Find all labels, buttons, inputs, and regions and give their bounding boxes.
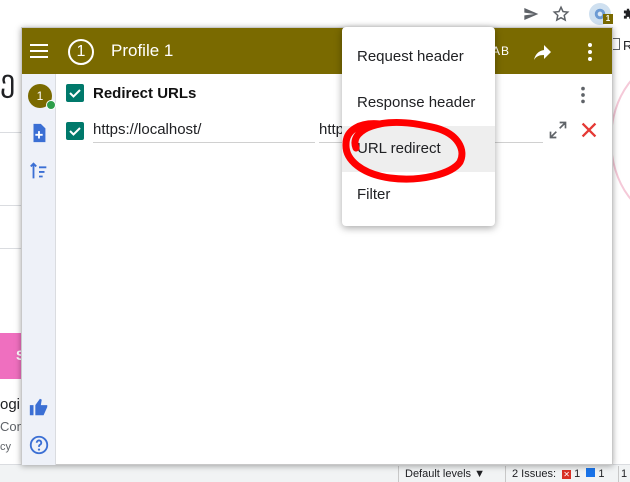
group-enabled-checkbox[interactable] (66, 84, 84, 102)
add-profile-icon[interactable] (28, 122, 50, 144)
warn-count: 1 (621, 468, 628, 480)
menu-item-response-header[interactable]: Response header (342, 80, 495, 126)
popup-header: 1 Profile 1 AB (22, 28, 612, 74)
active-check-icon (46, 100, 56, 110)
send-icon[interactable] (521, 4, 541, 24)
expand-icon[interactable] (548, 120, 568, 140)
add-rule-menu: Request header Response header URL redir… (342, 27, 495, 226)
browser-toolbar: 1 (0, 0, 630, 28)
redirect-from-input[interactable]: https://localhost/ (93, 121, 315, 143)
default-levels-dropdown[interactable]: Default levels ▼ (398, 466, 498, 482)
info-icon (586, 468, 596, 477)
bg-divider (0, 248, 22, 249)
share-icon[interactable] (530, 40, 554, 64)
screenshot-root: 1 ე S ogin Com cy R Default levels ▼ 2 I… (0, 0, 630, 482)
bg-right-text: R (623, 38, 630, 53)
bg-divider (0, 205, 22, 206)
extension-popup: 1 Profile 1 AB 1 Redirect URLs https://l… (21, 27, 613, 465)
bg-decorative-circle (610, 60, 630, 220)
star-icon[interactable] (551, 4, 571, 24)
issues-label: 2 Issues: (512, 468, 557, 480)
profile-sidebar: 1 (22, 74, 56, 465)
error-count: 1 (574, 468, 581, 480)
bg-divider (0, 132, 22, 133)
puzzle-icon[interactable] (618, 4, 630, 24)
error-icon: ✕ (562, 470, 572, 479)
more-vert-icon[interactable] (578, 40, 602, 64)
issues-counter[interactable]: 2 Issues: ✕ 1 1 (505, 466, 617, 482)
bg-cy-text: cy (0, 441, 11, 453)
devtools-status-bar: Default levels ▼ 2 Issues: ✕ 1 1 1 (0, 464, 630, 482)
profile-number-badge: 1 (68, 39, 94, 65)
profile-title[interactable]: Profile 1 (111, 41, 173, 61)
menu-icon[interactable] (22, 28, 56, 74)
menu-item-filter[interactable]: Filter (342, 172, 495, 218)
thumbs-up-icon[interactable] (28, 396, 50, 418)
bg-checkbox-sliver (613, 38, 620, 50)
help-icon[interactable] (28, 434, 50, 456)
bg-pink-button: S (0, 333, 25, 379)
info-count: 1 (598, 468, 605, 480)
group-more-vert-icon[interactable] (572, 84, 594, 106)
extension-badge: 1 (603, 14, 613, 24)
warn-counter[interactable]: 1 (618, 466, 630, 482)
rule-enabled-checkbox[interactable] (66, 122, 84, 140)
sort-icon[interactable] (28, 160, 50, 182)
bg-page-glyph: ე (0, 65, 16, 98)
delete-rule-icon[interactable] (578, 119, 600, 141)
menu-item-url-redirect[interactable]: URL redirect (342, 126, 495, 172)
menu-item-request-header[interactable]: Request header (342, 34, 495, 80)
group-title: Redirect URLs (93, 85, 197, 102)
